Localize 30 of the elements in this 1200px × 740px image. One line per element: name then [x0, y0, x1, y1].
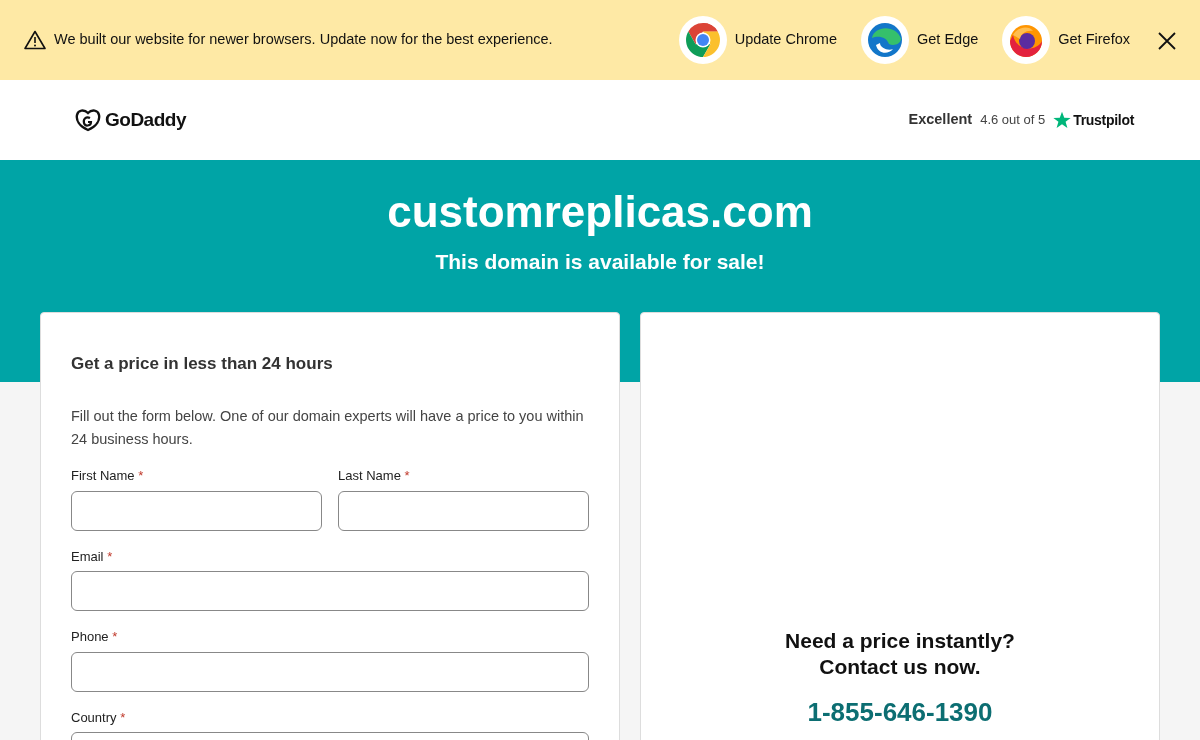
- form-intro: Fill out the form below. One of our domain experts will have a price to you within 24 business hours.: [71, 406, 585, 450]
- field-label: Country *: [71, 708, 127, 727]
- edge-icon: [866, 21, 904, 59]
- field-label: Phone *: [71, 628, 119, 647]
- hero-subtitle: This domain is available for sale!: [434, 249, 766, 276]
- chrome-icon: [683, 21, 722, 59]
- input-field[interactable]: [71, 571, 589, 612]
- phone-link[interactable]: 1-855-646-1390: [807, 692, 993, 732]
- field-label: Email *: [71, 547, 114, 566]
- field-label: First Name *: [71, 467, 145, 486]
- input-field[interactable]: [338, 490, 589, 531]
- browser-link[interactable]: Get Edge: [861, 16, 979, 64]
- domain-title: customreplicas.com: [386, 188, 814, 237]
- input-field[interactable]: [71, 651, 589, 692]
- warning-icon: [24, 30, 46, 50]
- logo-icon: [75, 108, 101, 132]
- rating-label: Excellent: [908, 110, 973, 130]
- form-title: Get a price in less than 24 hours: [71, 353, 334, 375]
- browser-link[interactable]: Get Firefox: [1002, 16, 1130, 64]
- input-field[interactable]: [71, 490, 322, 531]
- contact-heading: Contact us now.: [818, 654, 982, 681]
- field-label: Last Name *: [338, 467, 411, 486]
- banner-message: We built our website for newer browsers. Update now for the best experience.: [54, 30, 553, 50]
- trustpilot-text: Trustpilot: [1073, 110, 1134, 130]
- browser-link[interactable]: Update Chrome: [678, 16, 837, 64]
- rating-value: 4.6 out of 5: [980, 111, 1046, 130]
- logo-text: GoDaddy: [105, 107, 186, 132]
- star-icon: [1053, 111, 1072, 129]
- close-icon: [1158, 31, 1176, 50]
- contact-heading: Need a price instantly?: [784, 628, 1016, 654]
